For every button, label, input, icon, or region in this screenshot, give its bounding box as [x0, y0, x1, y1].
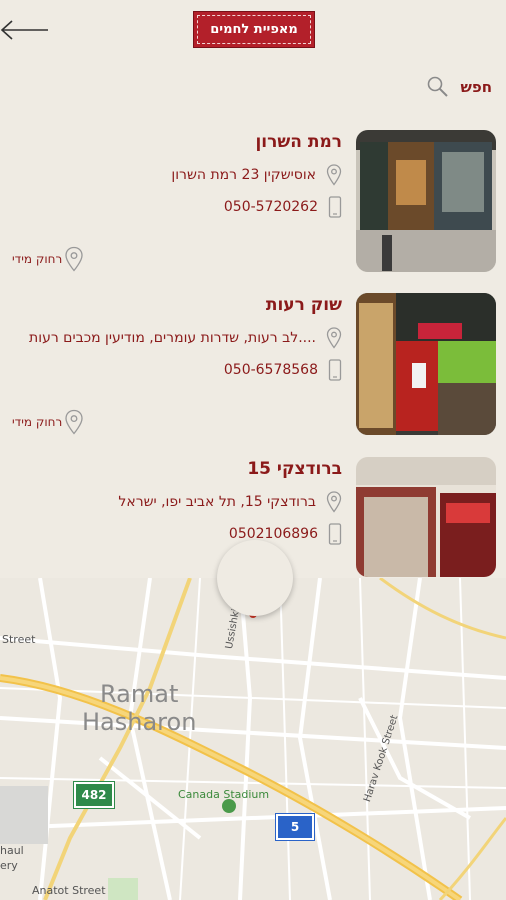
arrow-left-icon — [0, 20, 48, 40]
store-photo — [356, 130, 496, 272]
store-distance: רחוק מידי — [12, 409, 84, 435]
app-header: מאפיית לחמים — [0, 0, 506, 70]
road-shield: 5 — [275, 813, 315, 841]
store-phone-text: 0502106896 — [228, 526, 318, 542]
back-button[interactable] — [0, 16, 54, 44]
store-address-text: לב רעות, שדרות עומרים, מודיעין מכבים רעו… — [29, 330, 316, 346]
store-name: ברודצקי 15 — [247, 459, 342, 479]
search-label: חפש — [460, 78, 492, 96]
map-poi-label: Canada Stadium — [178, 788, 270, 801]
location-pin-icon — [326, 327, 342, 349]
location-pin-icon — [65, 246, 83, 272]
store-address: ברודצקי 15, תל אביב יפו, ישראל — [118, 491, 342, 513]
phone-icon — [328, 523, 342, 545]
road-shield: 482 — [73, 781, 115, 809]
brand-logo: מאפיית לחמים — [193, 11, 315, 48]
store-phone[interactable]: 050-5720262 — [224, 196, 342, 218]
map-edge-label: ery — [0, 859, 18, 872]
store-photo — [356, 457, 496, 577]
store-card[interactable]: שוק רעות לב רעות, שדרות עומרים, מודיעין … — [0, 283, 506, 435]
store-address-text: ברודצקי 15, תל אביב יפו, ישראל — [118, 494, 316, 510]
map-view[interactable]: Ramat Hasharon Street Ussishkin St Harav… — [0, 578, 506, 900]
store-phone-text: 050-5720262 — [223, 199, 318, 215]
store-address-text: אוסישקין 23 רמת השרון — [171, 167, 316, 183]
store-address: לב רעות, שדרות עומרים, מודיעין מכבים רעו… — [29, 327, 342, 349]
map-toggle-button[interactable] — [217, 540, 293, 616]
store-phone-text: 050-6578568 — [223, 362, 318, 378]
store-name: שוק רעות — [265, 295, 342, 315]
location-pin-icon — [326, 491, 342, 513]
store-phone[interactable]: 050-6578568 — [224, 359, 342, 381]
store-photo — [356, 293, 496, 435]
distance-text: רחוק מידי — [12, 415, 63, 429]
map-street-label: Anatot Street — [32, 884, 106, 897]
location-pin-icon — [326, 164, 342, 186]
search-icon — [428, 76, 449, 97]
search-button[interactable]: חפש — [426, 74, 492, 100]
map-street-label: Street — [2, 633, 36, 646]
location-pin-icon — [65, 409, 83, 435]
store-distance: רחוק מידי — [12, 246, 84, 272]
map-edge-label: haul — [0, 844, 24, 857]
logo-text: מאפיית לחמים — [197, 15, 311, 44]
map-city-label: Hasharon — [82, 708, 197, 736]
store-address: אוסישקין 23 רמת השרון — [171, 164, 342, 186]
store-card[interactable]: רמת השרון אוסישקין 23 רמת השרון 050-5720… — [0, 120, 506, 272]
distance-text: רחוק מידי — [12, 252, 63, 266]
store-name: רמת השרון — [255, 132, 342, 152]
phone-icon — [328, 359, 342, 381]
map-city-label: Ramat — [100, 680, 179, 708]
phone-icon — [328, 196, 342, 218]
